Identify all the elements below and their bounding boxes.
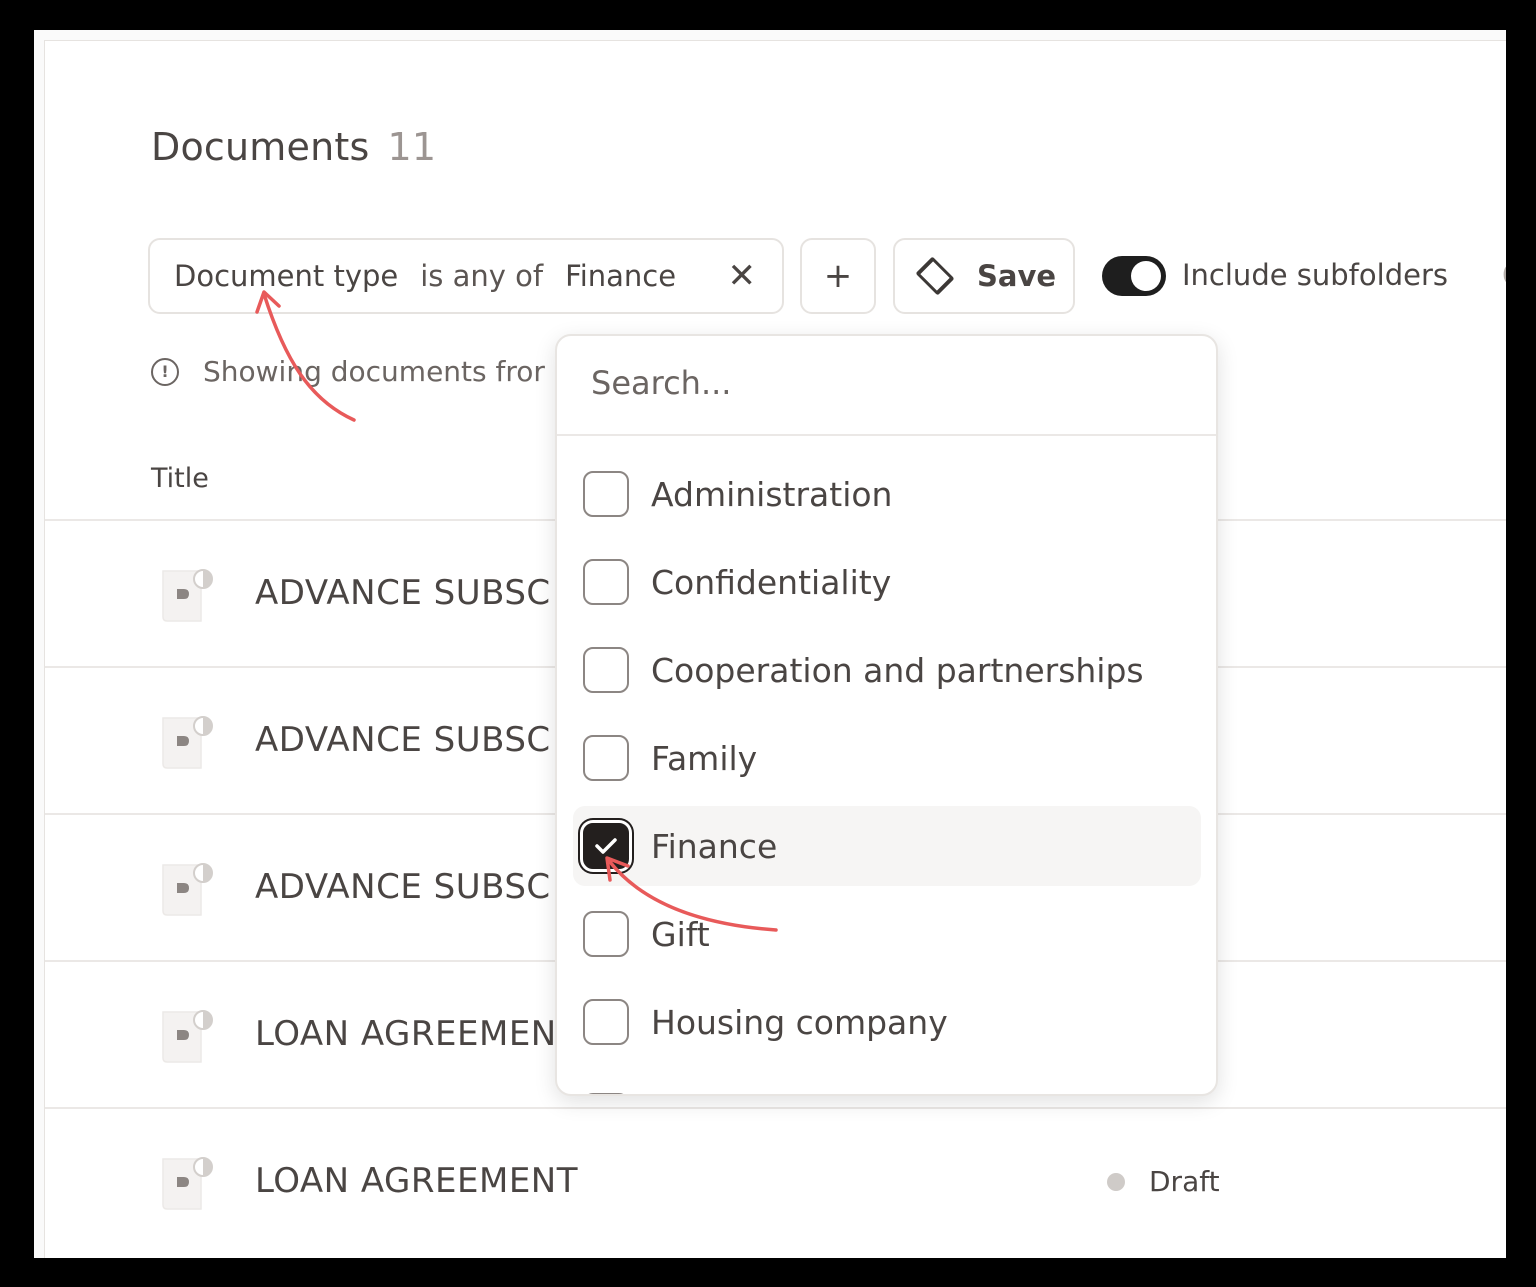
dropdown-option[interactable]: Housing company [573, 982, 1201, 1062]
document-type-filter[interactable]: Document type is any of Finance ✕ [148, 238, 784, 314]
document-title[interactable]: ADVANCE SUBSC [255, 573, 551, 613]
option-label: Housing company [651, 1002, 948, 1042]
dropdown-option[interactable]: Finance [573, 806, 1201, 886]
checkbox[interactable] [583, 647, 629, 693]
option-label: Confidentiality [651, 562, 892, 602]
document-icon [162, 863, 213, 916]
checkbox[interactable] [583, 823, 629, 869]
document-title[interactable]: ADVANCE SUBSC [255, 867, 551, 907]
remove-filter-close-icon[interactable]: ✕ [728, 256, 757, 296]
add-filter-button[interactable]: + [800, 238, 876, 314]
document-title[interactable]: ADVANCE SUBSC [255, 720, 551, 760]
checkbox[interactable] [583, 559, 629, 605]
status-text: Draft [1149, 1165, 1220, 1198]
toggle-knob [1131, 261, 1161, 291]
checkbox[interactable] [583, 471, 629, 517]
document-count: 11 [387, 125, 437, 169]
status-badge: Draft [1107, 1165, 1220, 1198]
filter-field[interactable]: Document type [174, 259, 398, 293]
checkbox[interactable] [583, 999, 629, 1045]
info-icon: ! [151, 357, 179, 386]
document-icon [162, 1157, 213, 1210]
checkbox[interactable] [583, 735, 629, 781]
dropdown-option[interactable]: Family [573, 718, 1201, 798]
dropdown-option[interactable]: Gift [573, 894, 1201, 974]
dropdown-option[interactable]: Administration [573, 454, 1201, 534]
dropdown-option[interactable]: Confidentiality [573, 542, 1201, 622]
save-view-button[interactable]: Save [893, 238, 1075, 314]
column-header-title[interactable]: Title [151, 463, 209, 494]
table-row[interactable]: LOAN AGREEMENTDraft1 [45, 1107, 1506, 1254]
truncated-toolbar-item: C [1502, 258, 1506, 292]
include-subfolders-label: Include subfolders [1182, 258, 1448, 292]
app-window: Documents 11 Document type is any of Fina… [34, 30, 1506, 1258]
document-type-dropdown: Administration Confidentiality Cooperation… [555, 334, 1218, 1096]
checkbox [583, 1093, 629, 1094]
checkbox[interactable] [583, 911, 629, 957]
filter-value[interactable]: Finance [565, 259, 676, 293]
dropdown-search-input[interactable] [591, 364, 1151, 402]
diamond-icon [915, 256, 955, 296]
document-icon [162, 716, 213, 769]
option-label: Finance [651, 826, 778, 866]
document-icon [162, 569, 213, 622]
info-notice: ! Showing documents fror [151, 355, 545, 388]
save-button-label: Save [977, 259, 1057, 293]
checkmark-icon [595, 838, 617, 854]
dropdown-option-partial [573, 1076, 1201, 1094]
page-title-text: Documents [151, 125, 370, 169]
option-label: Gift [651, 914, 710, 954]
document-title[interactable]: LOAN AGREEMEN [255, 1014, 557, 1054]
option-label: Cooperation and partnerships [651, 650, 1144, 690]
dropdown-search [557, 336, 1216, 436]
status-dot [1107, 1172, 1125, 1191]
document-icon [162, 1010, 213, 1063]
plus-icon: + [823, 256, 853, 296]
filter-operator[interactable]: is any of [420, 259, 543, 293]
dropdown-option[interactable]: Cooperation and partnerships [573, 630, 1201, 710]
option-label: Administration [651, 474, 893, 514]
info-text: Showing documents fror [203, 355, 545, 388]
option-label: Family [651, 738, 758, 778]
document-title[interactable]: LOAN AGREEMENT [255, 1161, 578, 1201]
include-subfolders-toggle[interactable] [1102, 256, 1166, 296]
page-title: Documents 11 [151, 125, 436, 169]
